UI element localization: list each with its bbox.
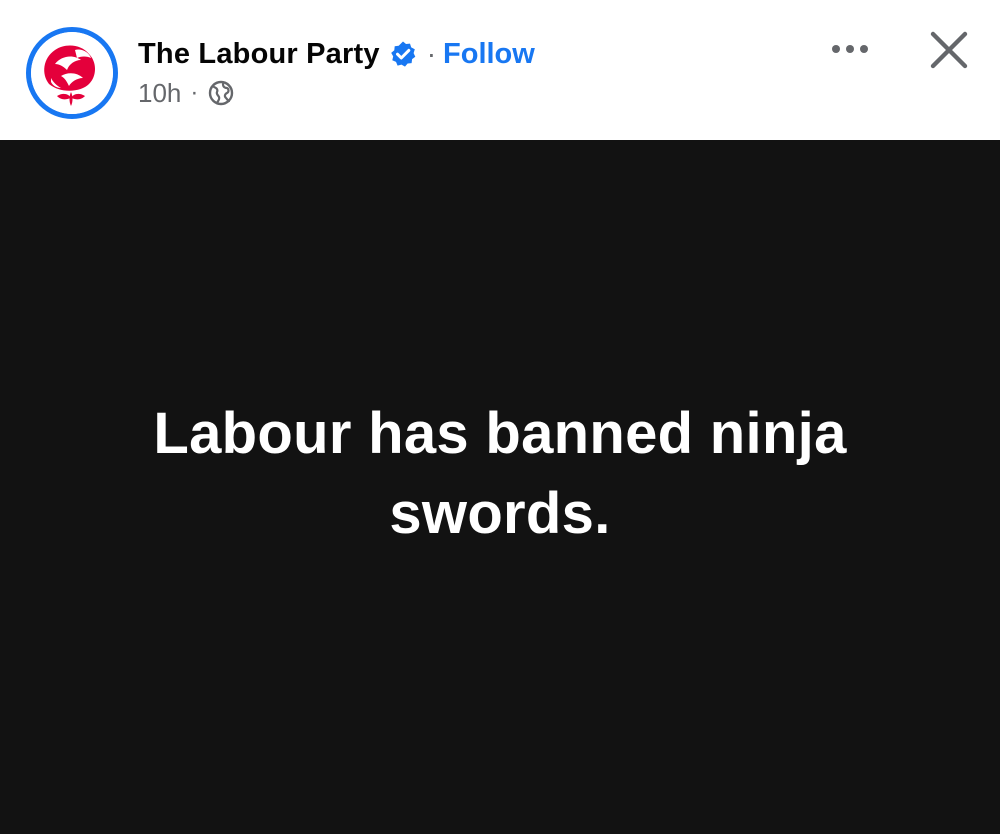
close-icon[interactable] [926,27,972,73]
name-row: The Labour Party · Follow [138,34,535,74]
name-separator: · [426,38,437,69]
post-meta: 10h · [138,76,234,110]
post-content[interactable]: Labour has banned ninja swords. [0,140,1000,834]
meta-separator: · [190,79,199,106]
follow-button[interactable]: Follow [443,38,535,71]
facebook-post: The Labour Party · Follow 10h · Labour h… [0,0,1000,834]
page-name[interactable]: The Labour Party [138,38,380,71]
page-avatar[interactable] [26,27,118,119]
post-header: The Labour Party · Follow 10h · [0,0,1000,140]
post-timestamp[interactable]: 10h [138,78,181,109]
post-text: Labour has banned ninja swords. [153,401,847,546]
labour-rose-logo [31,32,113,114]
verified-badge-icon [389,40,417,68]
globe-icon[interactable] [208,80,234,106]
more-options-icon[interactable] [826,34,874,64]
